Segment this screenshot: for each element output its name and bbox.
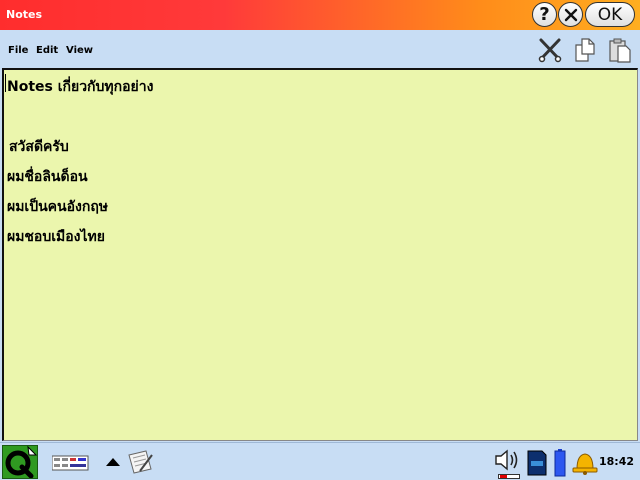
menu-file[interactable]: File: [8, 45, 28, 56]
sd-card-icon[interactable]: [527, 450, 547, 476]
start-button[interactable]: [2, 445, 38, 479]
text-cursor: [5, 74, 6, 92]
close-icon: [564, 8, 577, 21]
note-line: ผมเป็นคนอังกฤษ: [7, 199, 109, 215]
paste-icon[interactable]: [608, 37, 632, 63]
menu-bar: File Edit View: [0, 30, 640, 68]
menu-edit[interactable]: Edit: [36, 45, 58, 56]
arrow-up-icon[interactable]: [106, 458, 120, 466]
cut-icon[interactable]: [538, 37, 562, 63]
clock[interactable]: 18:42: [599, 455, 634, 468]
battery-icon: [554, 449, 566, 477]
window-title: Notes: [6, 8, 43, 21]
alarm-bell-icon[interactable]: [571, 449, 599, 475]
title-bar: Notes ? OK: [0, 0, 640, 30]
ok-button[interactable]: OK: [585, 2, 635, 27]
close-button[interactable]: [558, 2, 583, 27]
note-line: ผมชื่อลินด็อน: [7, 169, 88, 185]
menu-view[interactable]: View: [66, 45, 93, 56]
copy-icon[interactable]: [574, 37, 598, 63]
note-line: ผมชอบเมืองไทย: [7, 229, 105, 245]
note-editor[interactable]: Notes เกี่ยวกับทุกอย่าง สวัสดีครับ ผมชื่…: [2, 68, 638, 441]
volume-level-bar: [498, 474, 520, 479]
help-button[interactable]: ?: [532, 2, 557, 27]
notes-task-icon[interactable]: [126, 449, 154, 475]
speaker-icon[interactable]: [494, 449, 522, 471]
note-line: สวัสดีครับ: [9, 139, 69, 155]
note-line: Notes เกี่ยวกับทุกอย่าง: [7, 79, 154, 95]
start-icon: [5, 445, 38, 479]
applications-icon[interactable]: [52, 454, 90, 472]
taskbar: 18:42: [0, 442, 640, 480]
